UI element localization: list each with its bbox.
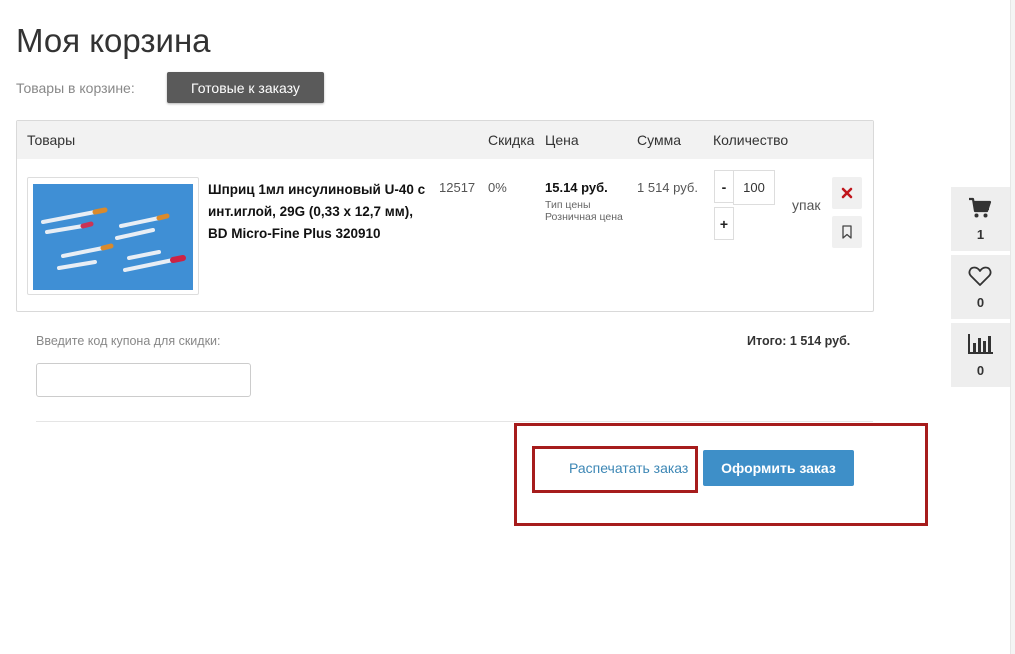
price-type-value: Розничная цена — [545, 211, 623, 223]
product-price: 15.14 руб. — [545, 180, 608, 195]
compare-count: 0 — [976, 363, 985, 378]
favorites-count: 0 — [976, 295, 985, 310]
sidebar-favorites-button[interactable]: 0 — [951, 255, 1010, 319]
price-type-label: Тип цены — [545, 199, 591, 211]
product-sum: 1 514 руб. — [637, 180, 698, 195]
page-title: Моя корзина — [16, 22, 211, 59]
coupon-label: Введите код купона для скидки: — [36, 334, 221, 348]
total-label: Итого: — [747, 334, 787, 348]
product-discount: 0% — [488, 180, 507, 195]
quantity-increase-button[interactable]: + — [714, 207, 734, 240]
bar-chart-icon — [968, 334, 993, 354]
header-quantity: Количество — [713, 132, 789, 148]
sidebar-compare-button[interactable]: 0 — [951, 323, 1010, 387]
product-name-link[interactable]: Шприц 1мл инсулиновый U-40 с инт.иглой, … — [208, 179, 433, 245]
cart-table-header: Товары Скидка Цена Сумма Количество — [17, 121, 873, 159]
cart-table: Товары Скидка Цена Сумма Количество Шпри… — [16, 120, 874, 312]
total-value: 1 514 руб. — [789, 334, 851, 348]
product-image[interactable] — [27, 177, 199, 295]
heart-icon — [968, 266, 992, 286]
defer-item-button[interactable] — [832, 216, 862, 248]
quantity-input[interactable]: 100 — [733, 170, 775, 205]
scrollbar[interactable] — [1010, 0, 1015, 654]
syringes-image — [33, 184, 193, 290]
bookmark-icon — [842, 225, 852, 239]
ready-to-order-button[interactable]: Готовые к заказу — [167, 72, 324, 103]
checkout-button[interactable]: Оформить заказ — [703, 450, 854, 486]
sidebar-cart-button[interactable]: 1 — [951, 187, 1010, 251]
cart-count: 1 — [976, 227, 985, 242]
quantity-decrease-button[interactable]: - — [714, 170, 734, 203]
header-discount: Скидка — [488, 132, 535, 148]
quantity-unit: упак — [792, 197, 821, 213]
tab-cart-label: Товары в корзине: — [16, 80, 135, 96]
header-price: Цена — [545, 132, 579, 148]
remove-item-button[interactable] — [832, 177, 862, 209]
cart-icon — [969, 197, 992, 218]
header-sum: Сумма — [637, 132, 681, 148]
highlight-box-print — [532, 446, 698, 493]
close-icon — [841, 187, 853, 199]
order-total: Итого: 1 514 руб. — [747, 334, 850, 348]
coupon-input[interactable] — [36, 363, 251, 397]
product-code: 12517 — [439, 180, 476, 195]
divider — [36, 421, 873, 422]
header-goods: Товары — [27, 132, 76, 148]
